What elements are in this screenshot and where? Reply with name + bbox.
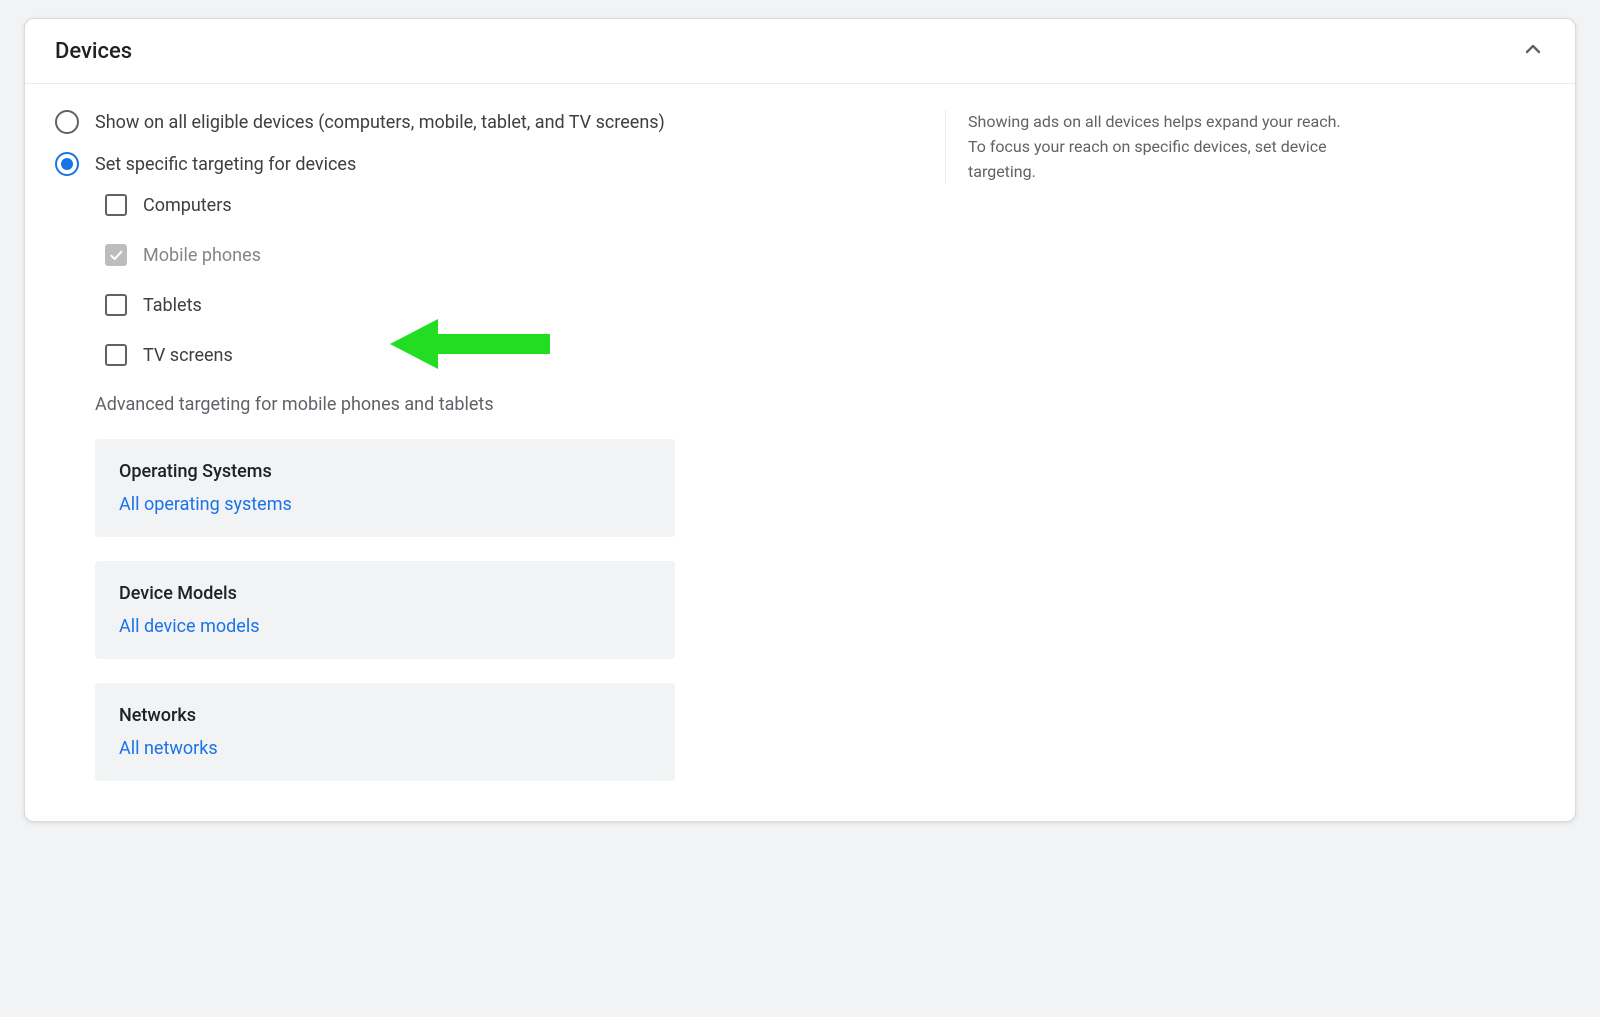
networks-box[interactable]: Networks All networks	[95, 683, 675, 781]
collapse-button[interactable]	[1521, 37, 1545, 65]
device-models-box[interactable]: Device Models All device models	[95, 561, 675, 659]
box-title: Operating Systems	[119, 461, 651, 482]
checkbox-tablets[interactable]: Tablets	[105, 294, 945, 316]
radio-icon	[55, 152, 79, 176]
operating-systems-link[interactable]: All operating systems	[119, 494, 651, 515]
box-title: Networks	[119, 705, 651, 726]
box-title: Device Models	[119, 583, 651, 604]
radio-all-devices[interactable]: Show on all eligible devices (computers,…	[55, 110, 945, 134]
checkbox-label: Tablets	[143, 295, 202, 316]
radio-specific-devices[interactable]: Set specific targeting for devices	[55, 152, 945, 176]
checkbox-label: Computers	[143, 195, 232, 216]
checkbox-icon	[105, 244, 127, 266]
device-models-link[interactable]: All device models	[119, 616, 651, 637]
checkbox-icon	[105, 194, 127, 216]
checkbox-computers[interactable]: Computers	[105, 194, 945, 216]
check-icon	[108, 247, 124, 263]
devices-section: Devices Show on all eligible devices (co…	[24, 18, 1576, 822]
main-column: Show on all eligible devices (computers,…	[55, 110, 945, 781]
advanced-targeting-heading: Advanced targeting for mobile phones and…	[95, 394, 945, 415]
checkbox-icon	[105, 294, 127, 316]
radio-label: Show on all eligible devices (computers,…	[95, 112, 665, 133]
device-checkbox-list: Computers Mobile phones Tablets	[105, 194, 945, 366]
section-header: Devices	[25, 19, 1575, 84]
radio-label: Set specific targeting for devices	[95, 154, 356, 175]
checkbox-icon	[105, 344, 127, 366]
chevron-up-icon	[1521, 37, 1545, 61]
checkbox-label: TV screens	[143, 345, 233, 366]
networks-link[interactable]: All networks	[119, 738, 651, 759]
checkbox-mobile-phones[interactable]: Mobile phones	[105, 244, 945, 266]
checkbox-tv-screens[interactable]: TV screens	[105, 344, 945, 366]
radio-icon	[55, 110, 79, 134]
section-body: Show on all eligible devices (computers,…	[25, 84, 1575, 821]
help-text: Showing ads on all devices helps expand …	[945, 110, 1345, 184]
operating-systems-box[interactable]: Operating Systems All operating systems	[95, 439, 675, 537]
checkbox-label: Mobile phones	[143, 245, 261, 266]
section-title: Devices	[55, 39, 132, 64]
